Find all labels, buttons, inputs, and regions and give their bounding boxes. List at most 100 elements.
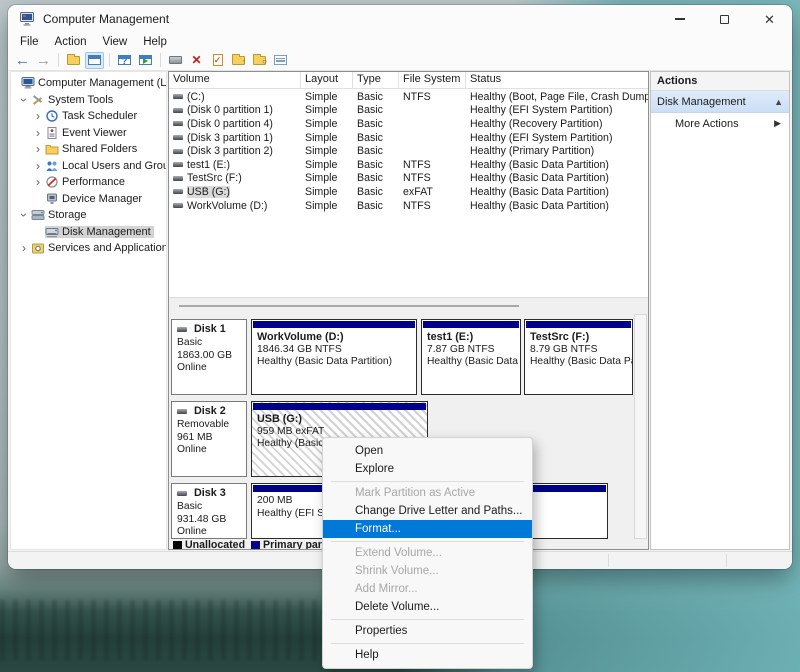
partition-health: Healthy (Basic Data Partition) [257, 356, 411, 369]
tree-item-label: Event Viewer [62, 127, 127, 139]
primary-partition-swatch [251, 541, 260, 550]
close-button[interactable]: ✕ [747, 5, 792, 33]
tree-item-storage[interactable]: › Storage [11, 207, 166, 224]
maximize-button[interactable] [702, 5, 747, 33]
tree-item-event-viewer[interactable]: › Event Viewer [11, 125, 166, 142]
volume-name: (Disk 3 partition 2) [187, 145, 273, 157]
console-tree-toggle-icon[interactable] [85, 52, 104, 69]
tree-item-shared-folders[interactable]: › Shared Folders [11, 141, 166, 158]
volume-row-disk3-p1[interactable]: (Disk 3 partition 1) Simple Basic Health… [169, 131, 648, 145]
horizontal-scrollbar[interactable] [169, 297, 648, 314]
disk-2-label[interactable]: Disk 2 Removable 961 MB Online [171, 401, 247, 477]
volume-name: (C:) [187, 91, 205, 103]
partition-color-bar [423, 321, 519, 328]
partition-color-bar [253, 403, 426, 410]
volume-status: Healthy (EFI System Partition) [466, 132, 648, 144]
menu-item-add-mirror: Add Mirror... [323, 580, 532, 598]
volume-row-disk0-p1[interactable]: (Disk 0 partition 1) Simple Basic Health… [169, 104, 648, 118]
system-tools-icon [31, 94, 45, 106]
menu-help[interactable]: Help [135, 35, 175, 49]
console-tree: Computer Management (Local) › System Too… [10, 71, 167, 550]
column-type[interactable]: Type [353, 72, 399, 88]
actions-group-disk-management[interactable]: Disk Management ▲ [651, 91, 789, 113]
tree-item-task-scheduler[interactable]: › Task Scheduler [11, 108, 166, 125]
forward-arrow-icon[interactable]: → [34, 52, 53, 69]
partition-workvolume[interactable]: WorkVolume (D:) 1846.34 GB NTFS Healthy … [251, 319, 417, 395]
help-icon[interactable]: ? [115, 52, 134, 69]
volume-layout: Simple [301, 145, 353, 157]
menu-item-properties[interactable]: Properties [323, 622, 532, 640]
volume-row-test1[interactable]: test1 (E:) Simple Basic NTFS Healthy (Ba… [169, 158, 648, 172]
volume-name: (Disk 0 partition 4) [187, 118, 273, 130]
tree-item-services-applications[interactable]: › Services and Applications [11, 240, 166, 257]
disk-3-label[interactable]: Disk 3 Basic 931.48 GB Online [171, 483, 247, 539]
volume-row-usb[interactable]: USB (G:) Simple Basic exFAT Healthy (Bas… [169, 185, 648, 199]
partition-test1[interactable]: test1 (E:) 7.87 GB NTFS Healthy (Basic D… [421, 319, 521, 395]
disk-type: Basic [177, 337, 246, 350]
collapse-arrow-icon[interactable]: ▲ [774, 97, 783, 107]
menu-item-format[interactable]: Format... [323, 520, 532, 538]
chevron-down-icon[interactable]: › [17, 208, 31, 222]
actions-pane: Actions Disk Management ▲ More Actions ▶ [650, 71, 790, 550]
menu-item-explore[interactable]: Explore [323, 460, 532, 478]
titlebar[interactable]: Computer Management ✕ [8, 5, 792, 33]
menu-action[interactable]: Action [47, 35, 95, 49]
folder-up-icon[interactable]: ↑ [229, 52, 248, 69]
minimize-button[interactable] [657, 5, 702, 33]
attach-vhd-drive-icon[interactable] [166, 52, 185, 69]
vertical-scrollbar[interactable] [634, 314, 647, 539]
menu-item-change-drive-letter[interactable]: Change Drive Letter and Paths... [323, 502, 532, 520]
chevron-right-icon[interactable]: › [17, 241, 31, 255]
menu-file[interactable]: File [12, 35, 47, 49]
tree-item-computer-management[interactable]: Computer Management (Local) [11, 75, 166, 92]
drive-icon [173, 149, 183, 154]
menu-item-mark-partition-active: Mark Partition as Active [323, 484, 532, 502]
volume-row-c[interactable]: (C:) Simple Basic NTFS Healthy (Boot, Pa… [169, 90, 648, 104]
volume-row-testsrc[interactable]: TestSrc (F:) Simple Basic NTFS Healthy (… [169, 172, 648, 186]
new-window-icon[interactable] [136, 52, 155, 69]
volume-fs: NTFS [399, 172, 466, 184]
disk-1-label[interactable]: Disk 1 Basic 1863.00 GB Online [171, 319, 247, 395]
chevron-down-icon[interactable]: › [17, 93, 31, 107]
tree-item-system-tools[interactable]: › System Tools [11, 92, 166, 109]
drive-icon [173, 108, 183, 113]
up-level-folder-icon[interactable] [64, 52, 83, 69]
volume-layout: Simple [301, 132, 353, 144]
volume-row-disk0-p4[interactable]: (Disk 0 partition 4) Simple Basic Health… [169, 117, 648, 131]
volume-name: WorkVolume (D:) [187, 200, 267, 212]
menu-item-extend-volume: Extend Volume... [323, 544, 532, 562]
column-volume[interactable]: Volume [169, 72, 301, 88]
back-arrow-icon[interactable]: ← [13, 52, 32, 69]
chevron-right-icon[interactable]: › [31, 175, 45, 189]
volume-status: Healthy (Basic Data Partition) [466, 186, 648, 198]
disk-icon [177, 327, 187, 332]
menu-item-delete-volume[interactable]: Delete Volume... [323, 598, 532, 616]
volume-row-disk3-p2[interactable]: (Disk 3 partition 2) Simple Basic Health… [169, 144, 648, 158]
delete-icon[interactable]: ✕ [187, 52, 206, 69]
column-layout[interactable]: Layout [301, 72, 353, 88]
tree-item-local-users-groups[interactable]: › Local Users and Groups [11, 158, 166, 175]
tree-item-performance[interactable]: › Performance [11, 174, 166, 191]
chevron-right-icon[interactable]: › [31, 159, 45, 173]
more-actions-item[interactable]: More Actions ▶ [651, 113, 789, 134]
tree-item-disk-management[interactable]: Disk Management [11, 224, 166, 241]
toolbar-separator [160, 53, 161, 67]
chevron-right-icon[interactable]: › [31, 109, 45, 123]
tree-item-device-manager[interactable]: Device Manager [11, 191, 166, 208]
properties-check-icon[interactable]: ✓ [208, 52, 227, 69]
column-file-system[interactable]: File System [399, 72, 466, 88]
scrollbar-thumb[interactable] [179, 305, 519, 307]
disk-status: Online [177, 444, 246, 457]
chevron-right-icon[interactable]: › [31, 142, 45, 156]
menu-item-help[interactable]: Help [323, 646, 532, 664]
partition-color-bar [526, 321, 631, 328]
volume-row-workvolume[interactable]: WorkVolume (D:) Simple Basic NTFS Health… [169, 199, 648, 213]
chevron-right-icon[interactable]: › [31, 126, 45, 140]
column-status[interactable]: Status [466, 72, 648, 88]
partition-testsrc[interactable]: TestSrc (F:) 8.79 GB NTFS Healthy (Basic… [524, 319, 633, 395]
statusbar-divider [608, 554, 609, 567]
menu-view[interactable]: View [95, 35, 136, 49]
folder-search-icon[interactable]: ○ [250, 52, 269, 69]
details-list-icon[interactable] [271, 52, 290, 69]
menu-item-open[interactable]: Open [323, 442, 532, 460]
